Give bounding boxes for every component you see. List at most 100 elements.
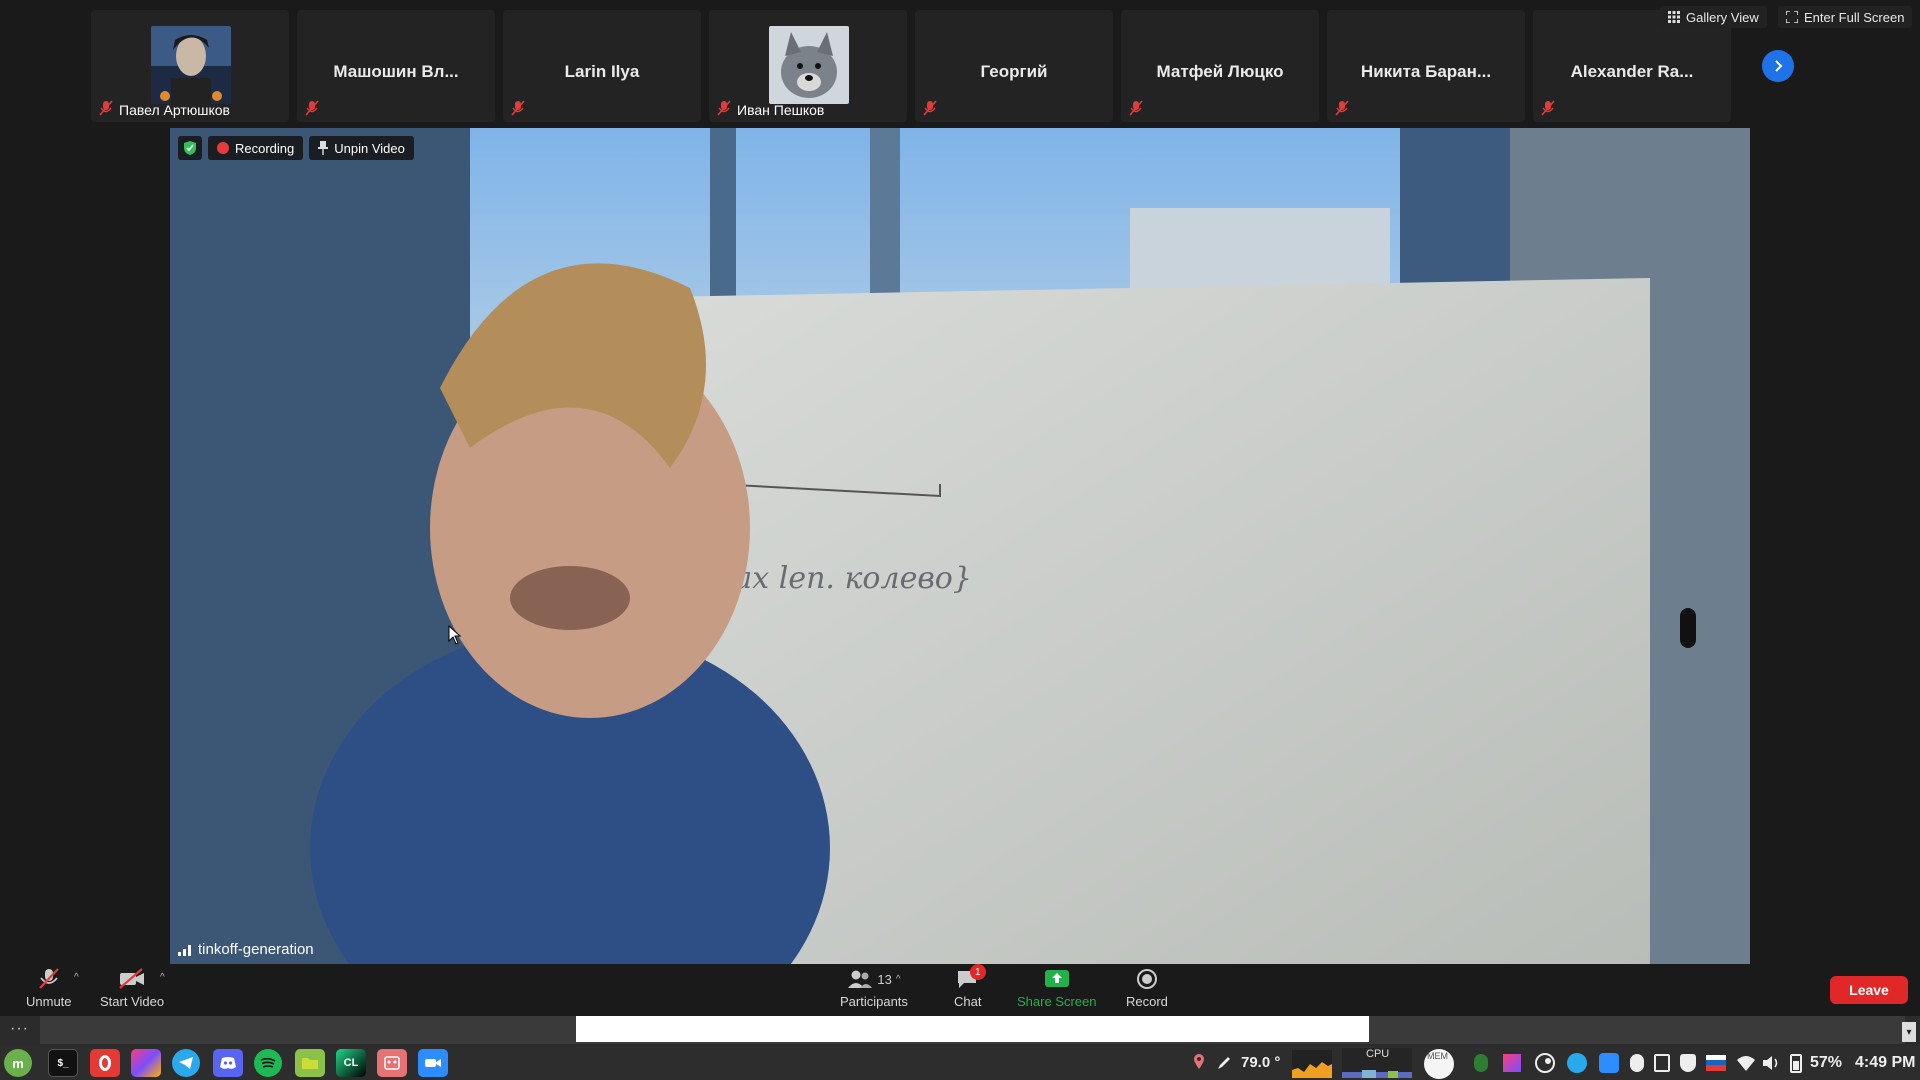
share-screen-button[interactable]: Share Screen [1017, 968, 1097, 1009]
video-options-chevron-icon[interactable]: ^ [160, 972, 165, 983]
chat-icon: 1 [956, 964, 986, 990]
avatar [151, 26, 231, 104]
opera-icon[interactable] [90, 1049, 120, 1077]
memory-label: MEM [1427, 1051, 1448, 1061]
chat-unread-badge: 1 [969, 964, 986, 980]
chat-label: Chat [954, 994, 982, 1009]
scroll-down-arrow-icon[interactable]: ▾ [1902, 1022, 1916, 1042]
participant-name: Георгий [980, 62, 1048, 81]
speaker-name: tinkoff-generation [198, 941, 314, 958]
keyboard-layout-flag-icon[interactable] [1706, 1055, 1726, 1071]
battery-icon[interactable] [1790, 1054, 1802, 1073]
avatar [769, 26, 849, 104]
memory-monitor: MEM [1424, 1049, 1454, 1079]
pen-icon[interactable] [1216, 1055, 1232, 1076]
participant-tile[interactable]: Никита Баран... [1327, 10, 1525, 122]
share-screen-icon [1044, 968, 1070, 990]
discord-icon[interactable] [213, 1049, 243, 1077]
start-video-button[interactable]: Start Video [100, 968, 164, 1009]
participants-label: Participants [840, 994, 908, 1009]
fullscreen-label: Enter Full Screen [1804, 9, 1905, 25]
gallery-view-label: Gallery View [1686, 9, 1759, 25]
telegram-icon[interactable] [172, 1049, 200, 1077]
scrollbar-thumb[interactable] [576, 1016, 1369, 1042]
mint-menu-icon[interactable]: m [4, 1049, 32, 1077]
participant-tile[interactable]: Матфей Люцко [1121, 10, 1319, 122]
active-speaker-video[interactable]: P(·) = { max len. колево} Recording Unpi… [170, 128, 1750, 964]
mic-muted-icon [511, 100, 525, 116]
grid-icon [1668, 11, 1680, 23]
pin-icon [318, 141, 329, 155]
terminal-glyph: $_ [57, 1057, 69, 1069]
participant-name: Матфей Люцко [1156, 62, 1284, 81]
share-screen-label: Share Screen [1017, 994, 1097, 1009]
chat-button[interactable]: 1 Chat [954, 964, 986, 1009]
clipboard-tray-icon[interactable] [1654, 1054, 1670, 1072]
participant-tile[interactable]: Павел Артюшков [91, 10, 289, 122]
security-tray-icon[interactable] [1680, 1054, 1696, 1072]
participants-count: 13 [877, 971, 892, 987]
record-icon [1136, 968, 1158, 990]
fullscreen-button[interactable]: Enter Full Screen [1778, 6, 1913, 28]
participant-name: Машошин Вл... [333, 62, 459, 81]
app-icon[interactable] [377, 1049, 407, 1077]
audio-options-chevron-icon[interactable]: ^ [74, 972, 79, 983]
encryption-shield-icon[interactable] [178, 136, 202, 160]
toolbox-tray-icon[interactable] [1503, 1054, 1521, 1072]
participant-tile[interactable]: Машошин Вл... [297, 10, 495, 122]
mic-muted-icon [717, 100, 731, 116]
start-video-label: Start Video [100, 994, 165, 1009]
zoom-icon[interactable] [418, 1049, 448, 1077]
unpin-video-label: Unpin Video [334, 140, 405, 156]
unmute-label: Unmute [26, 994, 72, 1009]
cpu-label: CPU [1366, 1048, 1390, 1060]
mic-muted-icon [923, 100, 937, 116]
speaker-name-tag: tinkoff-generation [178, 941, 314, 958]
participant-name: Alexander Ra... [1570, 62, 1694, 81]
mic-muted-icon [99, 100, 113, 116]
temperature-graph [1292, 1050, 1332, 1078]
location-pin-icon[interactable] [1194, 1054, 1204, 1075]
horizontal-scrollbar[interactable]: ··· ▾ [0, 1016, 1920, 1046]
jetbrains-icon[interactable] [131, 1049, 161, 1077]
clion-icon[interactable]: CL [336, 1049, 366, 1077]
leave-button[interactable]: Leave [1830, 976, 1908, 1004]
telegram-tray-icon[interactable] [1567, 1053, 1587, 1073]
participant-name: Павел Артюшков [119, 102, 230, 118]
clion-label: CL [343, 1057, 359, 1069]
zoom-tray-icon[interactable] [1599, 1053, 1619, 1073]
video-overlay-controls: Recording Unpin Video [178, 136, 414, 160]
unmute-button[interactable]: Unmute [26, 968, 72, 1009]
participants-button[interactable]: 13 ^ Participants [840, 968, 908, 1009]
mic-muted-icon [1129, 100, 1143, 116]
signal-strength-icon [178, 944, 191, 956]
chevron-right-icon [1775, 60, 1783, 72]
recording-indicator[interactable]: Recording [208, 136, 304, 160]
wifi-icon[interactable] [1736, 1054, 1756, 1077]
record-label: Record [1126, 994, 1168, 1009]
participant-tile[interactable]: Иван Пешков [709, 10, 907, 122]
participants-chevron-icon: ^ [895, 973, 901, 985]
clock[interactable]: 4:49 PM [1855, 1054, 1915, 1072]
participants-icon: 13 ^ [847, 968, 901, 990]
volume-icon[interactable] [1762, 1054, 1782, 1077]
participant-strip: Павел Артюшков Машошин Вл... Larin Ilya [0, 0, 1920, 128]
participant-tile[interactable]: Larin Ilya [503, 10, 701, 122]
cpu-monitor: CPU [1342, 1048, 1412, 1078]
video-frame: P(·) = { max len. колево} [170, 128, 1750, 964]
next-page-button[interactable] [1762, 50, 1794, 82]
participant-tile[interactable]: Георгий [915, 10, 1113, 122]
gallery-view-button[interactable]: Gallery View [1660, 6, 1767, 28]
spotify-icon[interactable] [254, 1049, 282, 1077]
bluetooth-tray-icon[interactable] [1630, 1054, 1644, 1072]
steam-tray-icon[interactable] [1535, 1053, 1555, 1078]
unpin-video-button[interactable]: Unpin Video [309, 136, 414, 160]
more-options-icon[interactable]: ··· [10, 1020, 29, 1038]
mouse-cursor-icon [448, 624, 462, 650]
mic-muted-icon [1335, 100, 1349, 116]
record-button[interactable]: Record [1126, 968, 1168, 1009]
shield-tray-icon[interactable] [1474, 1054, 1488, 1072]
files-icon[interactable] [295, 1049, 325, 1077]
terminal-icon[interactable]: $_ [48, 1049, 78, 1077]
battery-percent: 57% [1810, 1054, 1843, 1071]
